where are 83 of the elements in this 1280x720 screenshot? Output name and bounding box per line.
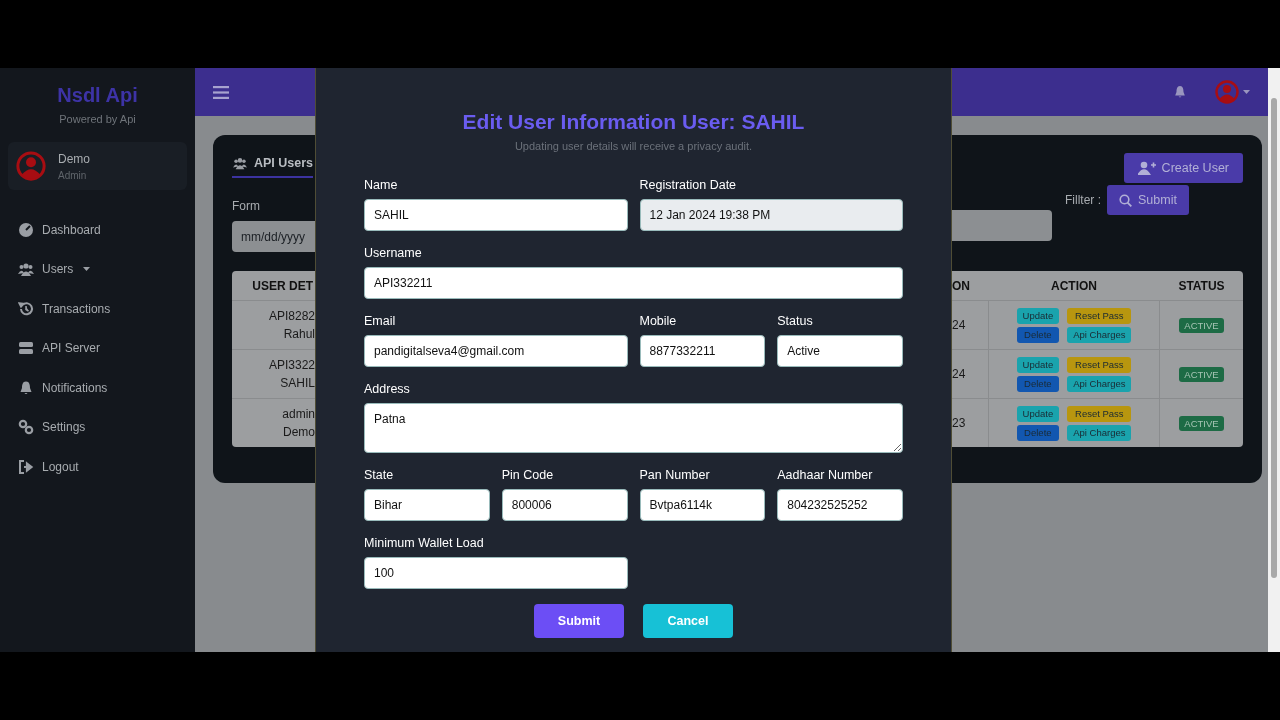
logout-icon — [18, 458, 34, 475]
sidebar-item[interactable]: Settings — [0, 407, 92, 447]
column-header: ON — [952, 278, 970, 293]
field-label: Registration Date — [639, 178, 737, 193]
users-icon — [232, 156, 248, 170]
api-charges-button[interactable]: Api Charges — [1067, 326, 1132, 343]
sidebar-item[interactable]: Notifications — [0, 368, 114, 408]
filter-label: Fillter : — [1065, 193, 1101, 207]
sidebar-item[interactable]: Dashboard — [0, 210, 107, 250]
avatar-icon — [16, 151, 46, 181]
server-icon — [18, 340, 34, 357]
input-field[interactable]: Bvtpa6114k — [639, 489, 766, 521]
input-field[interactable]: Bihar — [364, 489, 490, 521]
field-label: Aadhaar Number — [777, 468, 873, 483]
field-label: Pan Number — [639, 468, 710, 483]
table-cell: 23 — [952, 416, 966, 430]
caret-icon[interactable] — [1243, 90, 1250, 94]
column-header: ACTION — [1051, 278, 1097, 293]
api-charges-button[interactable]: Api Charges — [1067, 375, 1132, 392]
users-icon — [18, 261, 34, 278]
dashboard-icon — [18, 221, 34, 238]
table-cell: Rahul — [283, 327, 315, 341]
api-charges-button[interactable]: Api Charges — [1067, 424, 1132, 441]
history-icon — [18, 300, 34, 317]
column-header: USER DET — [252, 278, 313, 293]
table-cell: admin — [282, 407, 315, 421]
user-role: Admin — [58, 169, 87, 181]
status-badge: ACTIVE — [1179, 317, 1224, 333]
reset-pass-button[interactable]: Reset Pass — [1067, 405, 1132, 422]
field-label: Minimum Wallet Load — [364, 536, 484, 551]
status-badge: ACTIVE — [1179, 366, 1224, 382]
date-field[interactable]: mm/dd/yyyy — [232, 221, 315, 252]
column-header: STATUS — [1178, 278, 1225, 293]
field-label: State — [364, 468, 394, 483]
field-label: Pin Code — [501, 468, 554, 483]
submit-button[interactable]: Submit — [534, 604, 624, 638]
input-field[interactable]: API332211 — [364, 267, 903, 299]
sidebar-item[interactable]: Transactions — [0, 289, 117, 329]
input-field[interactable]: 8877332211 — [639, 335, 766, 367]
input-field[interactable]: 800006 — [501, 489, 628, 521]
bell-icon — [18, 379, 34, 396]
scrollbar[interactable] — [1268, 68, 1280, 652]
update-button[interactable]: Update — [1016, 405, 1060, 422]
field-label: Mobile — [639, 314, 677, 329]
bell-icon[interactable] — [1173, 84, 1187, 100]
dialog-subtitle: Updating user details will receive a privacy audit. — [514, 140, 753, 152]
input-field[interactable]: pandigitalseva4@gmail.com — [364, 335, 628, 367]
tab[interactable]: API Users — [232, 153, 314, 178]
input-field[interactable]: SAHIL — [364, 199, 628, 231]
field-label: Username — [364, 246, 422, 261]
submit-button[interactable]: Submit — [1107, 185, 1189, 215]
field-label: Email — [364, 314, 396, 329]
address-field[interactable]: Patna — [364, 403, 903, 453]
table-cell: 24 — [952, 318, 966, 332]
field-label: Status — [777, 314, 813, 329]
table-cell: API3322 — [268, 358, 315, 372]
search-icon — [1119, 193, 1132, 207]
menu-icon[interactable] — [213, 85, 229, 99]
table-cell: API8282 — [268, 309, 315, 323]
sidebar-item[interactable]: Users — [0, 249, 97, 289]
user-name: Demo — [58, 151, 90, 166]
reset-pass-button[interactable]: Reset Pass — [1067, 307, 1132, 324]
brand-title: Nsdl Api — [57, 84, 138, 107]
input-field[interactable]: 100 — [364, 557, 628, 589]
create-user-button[interactable]: Create User — [1123, 153, 1243, 183]
field-label: Address — [364, 382, 410, 397]
table-cell: Demo — [283, 425, 315, 439]
update-button[interactable]: Update — [1016, 356, 1060, 373]
table-cell: 24 — [952, 367, 966, 381]
brand-tagline: Powered by Api — [59, 113, 136, 125]
field-label: Form — [232, 199, 261, 213]
dialog-title: Edit User Information User: SAHIL — [462, 110, 805, 134]
update-button[interactable]: Update — [1016, 307, 1060, 324]
input-field[interactable]: 804232525252 — [777, 489, 903, 521]
reset-pass-button[interactable]: Reset Pass — [1067, 356, 1132, 373]
sidebar-item[interactable]: Logout — [0, 447, 85, 487]
sidebar-item[interactable]: API Server — [0, 328, 107, 368]
input-field[interactable]: Active — [777, 335, 903, 367]
status-badge: ACTIVE — [1179, 415, 1224, 431]
field-label: Name — [364, 178, 398, 193]
user-plus-icon — [1137, 161, 1156, 175]
table-cell: SAHIL — [280, 376, 315, 390]
avatar-icon — [1215, 80, 1239, 104]
